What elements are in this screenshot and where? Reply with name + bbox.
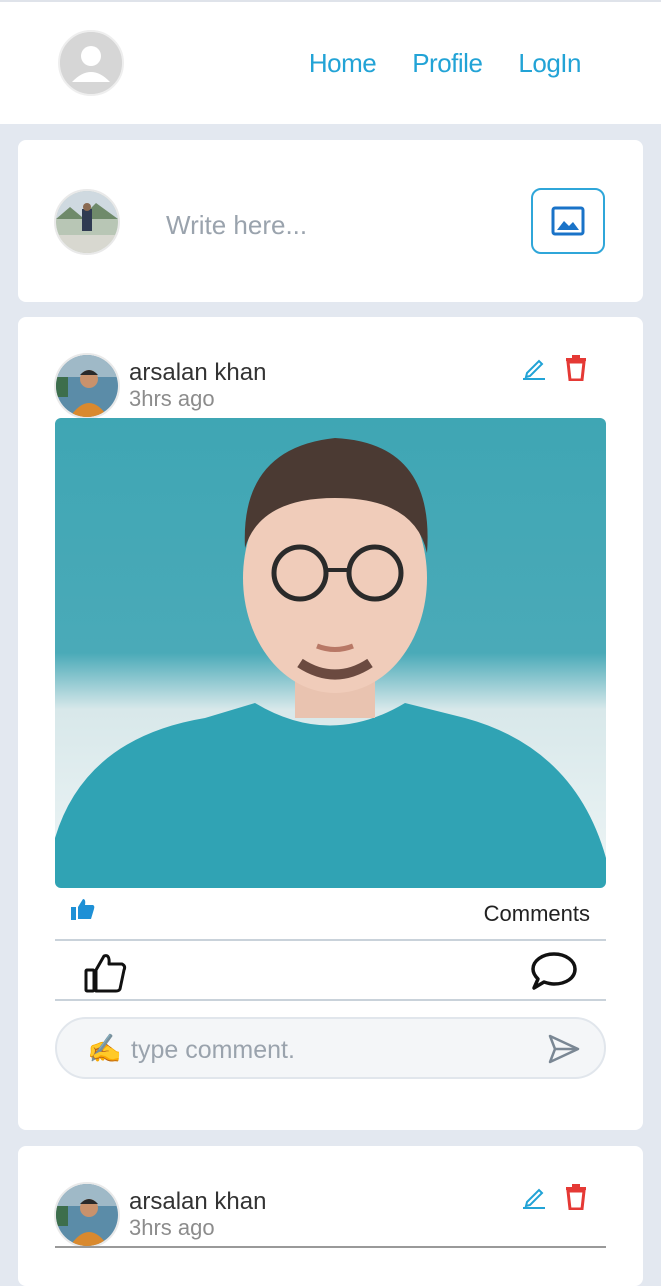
- divider: [55, 999, 606, 1001]
- post-card: arsalan khan 3hrs ago: [18, 1146, 643, 1286]
- author-avatar[interactable]: [54, 353, 120, 419]
- comment-button[interactable]: [530, 950, 578, 992]
- top-navbar: Home Profile LogIn: [0, 0, 661, 124]
- divider: [55, 939, 606, 941]
- thumbs-up-icon: [84, 954, 127, 993]
- nav-links: Home Profile LogIn: [309, 48, 582, 79]
- user-avatar[interactable]: [58, 30, 124, 96]
- post-card: arsalan khan 3hrs ago: [18, 317, 643, 1130]
- trash-icon[interactable]: [565, 355, 587, 382]
- writing-hand-icon: ✍️: [87, 1032, 122, 1065]
- post-composer: [18, 140, 643, 302]
- divider: [55, 1246, 606, 1248]
- trash-icon[interactable]: [565, 1184, 587, 1211]
- edit-icon[interactable]: [521, 1184, 547, 1210]
- image-icon: [551, 206, 585, 236]
- like-count-icon: [70, 897, 96, 921]
- comment-box: ✍️: [55, 1017, 606, 1079]
- like-button[interactable]: [84, 952, 128, 994]
- post-image[interactable]: [55, 418, 606, 888]
- post-text-input[interactable]: [164, 204, 488, 246]
- edit-icon[interactable]: [521, 355, 547, 381]
- nav-login-link[interactable]: LogIn: [518, 48, 581, 79]
- author-avatar[interactable]: [54, 1182, 120, 1248]
- nav-home-link[interactable]: Home: [309, 48, 377, 79]
- comments-link[interactable]: Comments: [484, 901, 590, 927]
- post-timestamp: 3hrs ago: [129, 1215, 215, 1240]
- speech-bubble-icon: [531, 952, 577, 990]
- post-author-name[interactable]: arsalan khan: [129, 359, 266, 387]
- post-timestamp: 3hrs ago: [129, 386, 215, 411]
- add-image-button[interactable]: [531, 188, 605, 254]
- nav-profile-link[interactable]: Profile: [412, 48, 483, 79]
- post-author-name[interactable]: arsalan khan: [129, 1188, 266, 1216]
- composer-avatar: [54, 189, 120, 255]
- comment-input[interactable]: [129, 1031, 513, 1069]
- send-icon[interactable]: [547, 1033, 581, 1065]
